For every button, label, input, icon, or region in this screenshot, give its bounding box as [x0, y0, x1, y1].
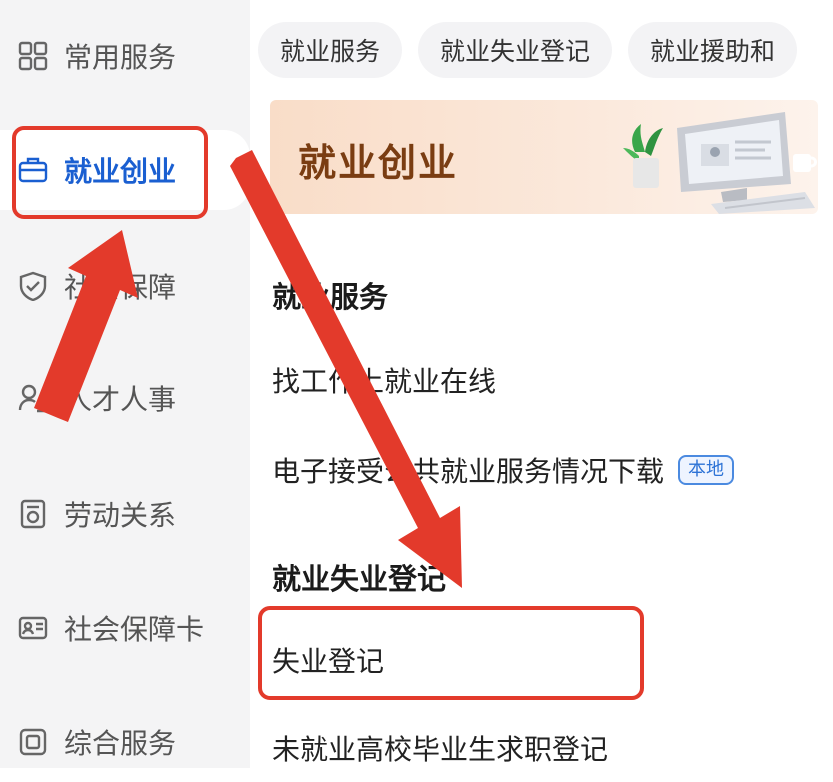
- tab-employment-assistance[interactable]: 就业援助和: [628, 22, 798, 78]
- grid-icon: [16, 39, 50, 73]
- service-item-public-service-download[interactable]: 电子接受公共就业服务情况下载 本地: [272, 450, 735, 490]
- shield-check-icon: [16, 269, 50, 303]
- sidebar-item-label: 劳动关系: [64, 499, 177, 532]
- copy-stack-icon: [16, 725, 50, 759]
- service-item-graduate-job-registration[interactable]: 未就业高校毕业生求职登记: [272, 728, 608, 768]
- sidebar-item-label: 社会保障: [64, 271, 177, 304]
- annotation-highlight-unemployment-registration: [258, 606, 644, 700]
- id-card-icon: [16, 611, 50, 645]
- sidebar-item-social-security[interactable]: 社会保障: [0, 246, 250, 326]
- sidebar-item-labor-relations[interactable]: 劳动关系: [0, 474, 250, 554]
- sidebar-item-social-security-card[interactable]: 社会保障卡: [0, 588, 250, 668]
- service-item-label: 未就业高校毕业生求职登记: [272, 733, 609, 766]
- service-item-find-job[interactable]: 找工作上就业在线: [272, 360, 496, 400]
- document-seal-icon: [16, 497, 50, 531]
- annotation-highlight-employment: [12, 126, 208, 219]
- section-title-employment-services: 就业服务: [272, 280, 389, 314]
- sidebar-item-label: 综合服务: [64, 727, 177, 760]
- category-tabs: 就业服务 就业失业登记 就业援助和: [258, 22, 833, 84]
- sidebar-item-talent[interactable]: 人才人事: [0, 358, 250, 438]
- category-banner: 就业创业: [270, 100, 818, 214]
- section-title-unemployment-registration: 就业失业登记: [272, 562, 447, 596]
- sidebar-item-label: 人才人事: [64, 383, 177, 416]
- desk-computer-illustration: [623, 112, 817, 214]
- sidebar-item-general-services[interactable]: 综合服务: [0, 702, 250, 782]
- tab-employment-services[interactable]: 就业服务: [258, 22, 403, 78]
- service-item-label: 电子接受公共就业服务情况下载: [272, 455, 665, 488]
- tab-unemployment-registration[interactable]: 就业失业登记: [418, 22, 613, 78]
- service-item-label: 找工作上就业在线: [272, 365, 497, 398]
- category-sidebar: 常用服务 就业创业 社会保障 人才人事 劳动关系 社会保障卡 综合服务: [0, 0, 250, 768]
- banner-title: 就业创业: [298, 141, 459, 185]
- local-badge: 本地: [678, 455, 735, 485]
- person-list-icon: [16, 381, 50, 415]
- sidebar-item-label: 社会保障卡: [64, 613, 205, 646]
- sidebar-item-label: 常用服务: [64, 41, 177, 74]
- sidebar-item-common-services[interactable]: 常用服务: [0, 16, 250, 96]
